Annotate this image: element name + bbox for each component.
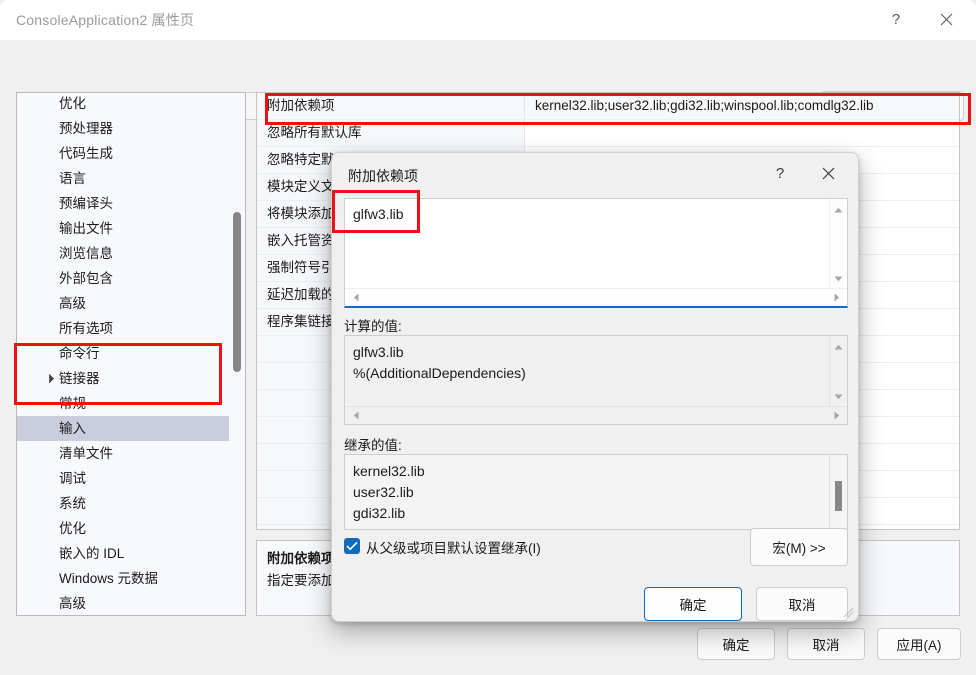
tree-scrollbar[interactable] (230, 94, 244, 614)
tree-item-label: 代码生成 (59, 146, 113, 161)
tree-item[interactable]: Windows 元数据 (17, 566, 229, 591)
tree-item[interactable]: 预编译头 (17, 191, 229, 216)
tree-item[interactable]: 命令行 (17, 341, 229, 366)
tree-scrollbar-thumb[interactable] (233, 212, 241, 372)
inherit-checkbox[interactable] (344, 538, 360, 554)
scroll-up-icon[interactable] (830, 201, 847, 218)
tree-item[interactable]: 浏览信息 (17, 241, 229, 266)
property-row[interactable]: 附加依赖项 kernel32.lib;user32.lib;gdi32.lib;w… (257, 93, 959, 120)
tree-item[interactable]: 输出文件 (17, 216, 229, 241)
tree-item-label: 优化 (59, 96, 86, 111)
tree-item-label: 输入 (59, 421, 86, 436)
tree-item-label: 嵌入的 IDL (59, 546, 125, 561)
dialog-close-icon[interactable] (808, 157, 848, 189)
tree-item[interactable]: 调试 (17, 466, 229, 491)
cancel-button[interactable]: 取消 (787, 628, 865, 660)
tree-item-label: 高级 (59, 596, 86, 611)
tree-list: 优化 预处理器 代码生成 语言 预编译头 输出文件 浏览信息 外部包含 高级 所有选项 命令行 ◢ 链接… (17, 93, 229, 615)
tree-item-label: 预处理器 (59, 121, 113, 136)
tree-item-label: 优化 (59, 521, 86, 536)
scroll-right-icon[interactable] (828, 407, 845, 424)
property-name: 附加依赖项 (257, 93, 525, 119)
tree-item-label: 调试 (59, 471, 86, 486)
dialog-help-glyph: ? (775, 164, 785, 182)
tree-item[interactable]: 清单文件 (17, 441, 229, 466)
inherit-checkbox-label[interactable]: 从父级或项目默认设置继承(I) (366, 537, 541, 557)
description-title: 附加依赖项 (267, 551, 335, 566)
dialog-title: 附加依赖项 (348, 168, 418, 184)
tree-item[interactable]: 高级 (17, 291, 229, 316)
close-icon[interactable] (924, 0, 968, 38)
scroll-up-icon[interactable] (830, 338, 847, 355)
tree-item-label: 所有选项 (59, 321, 113, 336)
tree-item-label: 系统 (59, 496, 86, 511)
window-title: ConsoleApplication2 属性页 (16, 12, 195, 28)
screen-root: ConsoleApplication2 属性页 ? 配置(C): 活动(Debu… (0, 0, 976, 675)
scroll-down-icon[interactable] (830, 270, 847, 287)
evaluated-vertical-scrollbar[interactable] (829, 336, 847, 407)
tree-item[interactable]: 预处理器 (17, 116, 229, 141)
evaluated-value-box[interactable]: glfw3.lib %(AdditionalDependencies) (344, 335, 848, 425)
tree-item-label: 浏览信息 (59, 246, 113, 261)
tree-item-label: 预编译头 (59, 196, 113, 211)
property-value[interactable]: kernel32.lib;user32.lib;gdi32.lib;winspo… (525, 93, 959, 119)
tree-item[interactable]: 外部包含 (17, 266, 229, 291)
property-value[interactable] (525, 120, 959, 146)
inherited-value-text: kernel32.libuser32.libgdi32.libwinspool.… (353, 463, 425, 529)
tree-item[interactable]: 所有选项 (17, 316, 229, 341)
tree-item[interactable]: 优化 (17, 516, 229, 541)
scroll-down-icon[interactable] (830, 388, 847, 405)
tree-item-label: 常规 (59, 396, 86, 411)
property-row[interactable]: 忽略所有默认库 (257, 120, 959, 147)
dependencies-editor-value: glfw3.lib (353, 206, 404, 222)
apply-button[interactable]: 应用(A) (877, 628, 961, 660)
tree-item-label: Windows 元数据 (59, 571, 159, 586)
settings-tree[interactable]: 优化 预处理器 代码生成 语言 预编译头 输出文件 浏览信息 外部包含 高级 所有选项 命令行 ◢ 链接… (16, 92, 246, 616)
help-icon[interactable]: ? (874, 0, 918, 38)
tree-item[interactable]: 嵌入的 IDL (17, 541, 229, 566)
help-glyph: ? (891, 10, 901, 28)
inherited-value-box[interactable]: kernel32.libuser32.libgdi32.libwinspool.… (344, 454, 848, 530)
inherited-scrollbar-thumb[interactable] (835, 481, 842, 511)
tree-item[interactable]: 优化 (17, 93, 229, 116)
tree-item-selected[interactable]: 输入 (17, 416, 229, 441)
tree-item[interactable]: 代码生成 (17, 141, 229, 166)
evaluated-value-text: glfw3.lib %(AdditionalDependencies) (353, 344, 526, 381)
configuration-bar: 配置(C): 活动(Debug) 平台(P): x64 配置管理器(O)... (0, 40, 976, 121)
property-pages-window: ConsoleApplication2 属性页 ? 配置(C): 活动(Debu… (0, 0, 976, 675)
property-name: 忽略所有默认库 (257, 120, 525, 146)
tree-item-label: 外部包含 (59, 271, 113, 286)
editor-vertical-scrollbar[interactable] (829, 199, 847, 289)
ok-button[interactable]: 确定 (697, 628, 775, 660)
tree-item[interactable]: 系统 (17, 491, 229, 516)
dialog-cancel-button[interactable]: 取消 (756, 587, 848, 621)
evaluated-value-label: 计算的值: (344, 319, 402, 334)
scroll-left-icon[interactable] (347, 289, 364, 306)
dialog-help-icon[interactable]: ? (760, 157, 800, 189)
evaluated-horizontal-scrollbar[interactable] (345, 406, 847, 424)
tree-item-label: 输出文件 (59, 221, 113, 236)
dialog-ok-button[interactable]: 确定 (644, 587, 742, 621)
tree-item-label: 高级 (59, 296, 86, 311)
tree-item[interactable]: 高级 (17, 591, 229, 615)
window-titlebar: ConsoleApplication2 属性页 ? (0, 0, 976, 40)
editor-horizontal-scrollbar[interactable] (345, 288, 847, 306)
scroll-left-icon[interactable] (347, 407, 364, 424)
tree-item[interactable]: 语言 (17, 166, 229, 191)
scroll-right-icon[interactable] (828, 289, 845, 306)
tree-item-label: 命令行 (59, 346, 100, 361)
inherited-vertical-scrollbar[interactable] (829, 455, 847, 529)
dependencies-editor[interactable]: glfw3.lib (344, 198, 848, 308)
macros-button[interactable]: 宏(M) >> (750, 528, 848, 566)
tree-item[interactable]: ◢ 链接器 (17, 366, 229, 391)
tree-item-label: 语言 (59, 171, 86, 186)
additional-dependencies-dialog: 附加依赖项 ? glfw3.lib 计算的值: glfw3.lib %(Addi… (331, 152, 859, 622)
tree-item-label: 清单文件 (59, 446, 113, 461)
tree-item[interactable]: 常规 (17, 391, 229, 416)
inherited-value-label: 继承的值: (344, 438, 402, 453)
